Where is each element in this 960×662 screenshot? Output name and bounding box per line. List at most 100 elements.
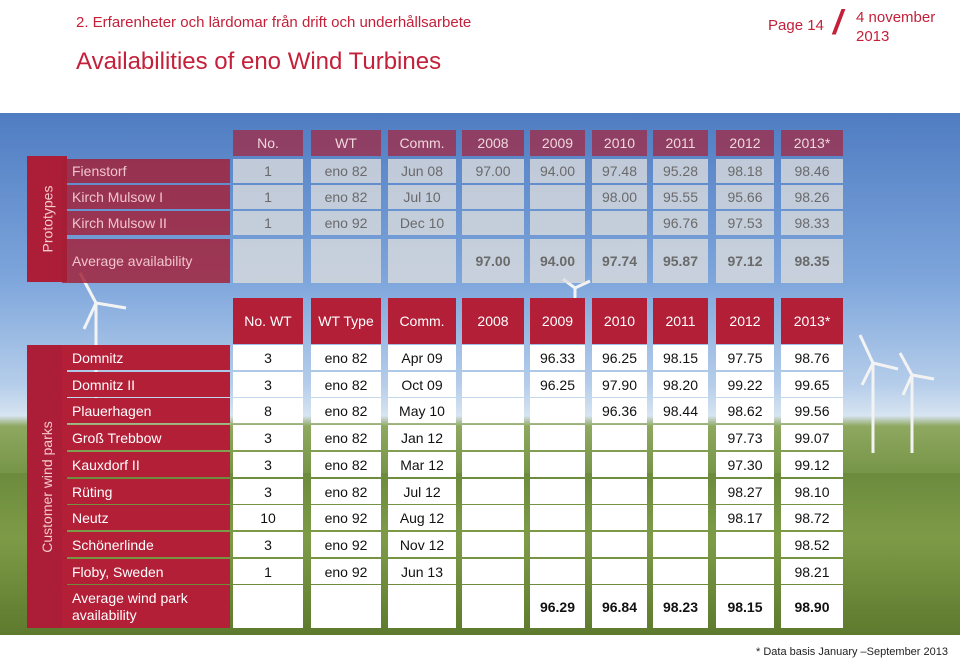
customer-table-cell <box>462 452 524 477</box>
customer-table-cell: Oct 09 <box>388 372 456 397</box>
customer-table-cell: 98.15 <box>653 345 708 370</box>
customer-table-cell: 98.76 <box>781 345 843 370</box>
customer-table-cell: 98.21 <box>781 559 843 584</box>
customer-average-cell <box>462 585 524 628</box>
customer-table-cell: 98.62 <box>716 398 774 423</box>
proto-table-cell <box>530 211 585 235</box>
customer-row-name: Domnitz <box>62 345 230 370</box>
proto-table-cell: Jun 08 <box>388 159 456 183</box>
customer-table-cell: 99.07 <box>781 425 843 450</box>
customer-table-cell: Nov 12 <box>388 532 456 557</box>
customer-table-cell: 99.22 <box>716 372 774 397</box>
customer-table-cell: 3 <box>233 372 303 397</box>
customer-wind-parks-label: Customer wind parks <box>27 345 67 628</box>
customer-table-cell: 98.10 <box>781 479 843 504</box>
proto-table-cell: 98.18 <box>716 159 774 183</box>
customer-table-cell: 3 <box>233 479 303 504</box>
customer-header-cell: 2011 <box>653 298 708 344</box>
customer-table-cell <box>462 559 524 584</box>
customer-average-cell <box>311 585 381 628</box>
proto-table-cell: 97.53 <box>716 211 774 235</box>
customer-table-cell: 98.17 <box>716 505 774 530</box>
proto-average-cell: 98.35 <box>781 239 843 283</box>
customer-table-cell <box>530 559 585 584</box>
customer-table-cell: eno 82 <box>311 479 381 504</box>
proto-table-cell: 97.48 <box>592 159 647 183</box>
proto-table-cell: eno 82 <box>311 159 381 183</box>
customer-table-cell: Apr 09 <box>388 345 456 370</box>
proto-table-cell <box>592 211 647 235</box>
customer-table-cell <box>530 505 585 530</box>
proto-table-cell: 95.28 <box>653 159 708 183</box>
customer-table-cell: eno 82 <box>311 372 381 397</box>
customer-table-cell <box>462 425 524 450</box>
customer-table-cell: 99.65 <box>781 372 843 397</box>
customer-row-name: Schönerlinde <box>62 532 230 557</box>
proto-table-cell: 98.46 <box>781 159 843 183</box>
customer-table-cell: May 10 <box>388 398 456 423</box>
proto-table-cell: 96.76 <box>653 211 708 235</box>
page-number: Page 14 <box>768 17 824 34</box>
customer-table-cell <box>462 505 524 530</box>
proto-header-cell: 2011 <box>653 130 708 156</box>
customer-table-cell: 99.56 <box>781 398 843 423</box>
customer-table-cell: Jul 12 <box>388 479 456 504</box>
slash-icon: / <box>833 4 843 42</box>
customer-table-cell <box>592 452 647 477</box>
section-header: 2. Erfarenheter och lärdomar från drift … <box>76 14 472 31</box>
customer-table-cell: Jun 13 <box>388 559 456 584</box>
proto-table-cell: Dec 10 <box>388 211 456 235</box>
customer-table-cell <box>462 532 524 557</box>
customer-table-cell <box>653 532 708 557</box>
proto-row-name: Kirch Mulsow II <box>62 211 230 235</box>
proto-header-cell: 2013* <box>781 130 843 156</box>
proto-average-cell: 95.87 <box>653 239 708 283</box>
customer-average-cell: 96.84 <box>592 585 647 628</box>
customer-table-cell: 1 <box>233 559 303 584</box>
customer-header-cell: 2013* <box>781 298 843 344</box>
customer-table-cell: eno 92 <box>311 532 381 557</box>
date: 4 november 2013 <box>856 9 936 45</box>
proto-table-cell: 98.00 <box>592 185 647 209</box>
customer-table-cell: 97.90 <box>592 372 647 397</box>
customer-row-name: Kauxdorf II <box>62 452 230 477</box>
customer-table-cell: 3 <box>233 425 303 450</box>
customer-table-cell <box>716 559 774 584</box>
proto-header-cell: 2009 <box>530 130 585 156</box>
customer-table-cell: 98.44 <box>653 398 708 423</box>
customer-header-cell: 2009 <box>530 298 585 344</box>
customer-table-cell: 3 <box>233 452 303 477</box>
customer-table-cell <box>462 345 524 370</box>
customer-row-name: Floby, Sweden <box>62 559 230 584</box>
customer-table-cell <box>592 559 647 584</box>
proto-table-cell: 98.26 <box>781 185 843 209</box>
customer-table-cell <box>592 479 647 504</box>
proto-header-cell: 2010 <box>592 130 647 156</box>
customer-average-label: Average wind park availability <box>62 585 230 628</box>
customer-header-cell: 2010 <box>592 298 647 344</box>
customer-table-cell: eno 82 <box>311 345 381 370</box>
proto-table-cell: 97.00 <box>462 159 524 183</box>
proto-average-cell: 97.12 <box>716 239 774 283</box>
proto-table-cell <box>462 211 524 235</box>
customer-table-cell <box>653 505 708 530</box>
customer-table-cell: eno 82 <box>311 398 381 423</box>
customer-table-cell: 97.30 <box>716 452 774 477</box>
customer-header-cell: No. WT <box>233 298 303 344</box>
proto-header-cell: 2012 <box>716 130 774 156</box>
customer-table-cell <box>653 425 708 450</box>
proto-table-cell: 95.66 <box>716 185 774 209</box>
customer-table-cell: 96.25 <box>530 372 585 397</box>
customer-table-cell: 98.52 <box>781 532 843 557</box>
customer-table-cell: eno 82 <box>311 425 381 450</box>
customer-table-cell <box>592 425 647 450</box>
proto-table-cell <box>530 185 585 209</box>
customer-average-cell: 96.29 <box>530 585 585 628</box>
customer-table-cell <box>462 479 524 504</box>
customer-table-cell <box>530 532 585 557</box>
customer-table-cell <box>653 479 708 504</box>
customer-table-cell: 98.27 <box>716 479 774 504</box>
proto-table-cell: eno 92 <box>311 211 381 235</box>
customer-row-name: Domnitz II <box>62 372 230 397</box>
customer-table-cell <box>530 479 585 504</box>
